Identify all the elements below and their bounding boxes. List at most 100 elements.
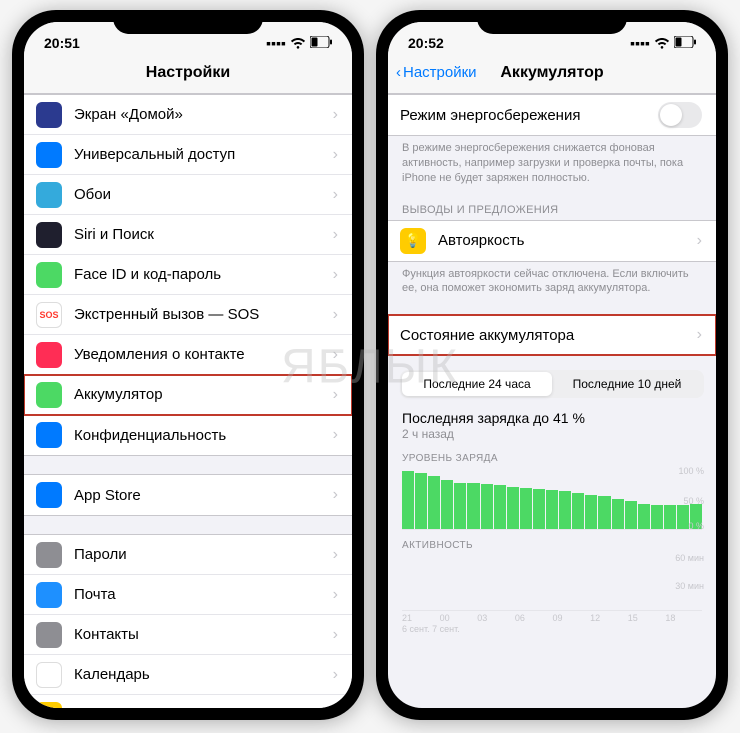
settings-row[interactable]: Почта › — [24, 575, 352, 615]
activity-bar — [454, 609, 466, 610]
row-label: Аккумулятор — [74, 386, 327, 403]
activity-bar — [598, 609, 610, 610]
nav-bar: Настройки — [24, 58, 352, 94]
seg-10d[interactable]: Последние 10 дней — [552, 372, 702, 396]
battery-icon — [310, 35, 332, 51]
app-icon — [36, 262, 62, 288]
notch — [477, 10, 627, 34]
back-label: Настройки — [403, 64, 477, 81]
settings-row[interactable]: Обои› — [24, 175, 352, 215]
row-label: App Store — [74, 487, 327, 504]
level-bar — [651, 505, 663, 529]
settings-row[interactable]: Аккумулятор› — [24, 375, 352, 415]
activity-bar — [559, 609, 571, 610]
app-icon — [36, 342, 62, 368]
app-icon — [36, 702, 62, 709]
activity-bar — [415, 609, 427, 610]
activity-bar — [677, 609, 689, 610]
row-label: Контакты — [74, 626, 327, 643]
settings-row[interactable]: Уведомления о контакте› — [24, 335, 352, 375]
status-icons: ▪▪▪▪ — [266, 34, 332, 53]
suggestions-footer: Функция автояркости сейчас отключена. Ес… — [388, 262, 716, 297]
settings-row[interactable]: Заметки› — [24, 695, 352, 708]
settings-row[interactable]: Конфиденциальность › — [24, 415, 352, 455]
level-bar — [481, 484, 493, 529]
settings-row[interactable]: Универсальный доступ› — [24, 135, 352, 175]
row-label: Универсальный доступ — [74, 146, 327, 163]
app-icon — [36, 102, 62, 128]
level-chart-area: 100 % 50 % 0 % — [402, 468, 702, 530]
row-label: Face ID и код-пароль — [74, 266, 327, 283]
phone-right: 20:52 ▪▪▪▪ ‹ Настройки Аккумулятор Реж — [376, 10, 728, 720]
app-icon: SOS — [36, 302, 62, 328]
app-icon — [36, 582, 62, 608]
app-icon — [36, 542, 62, 568]
signal-icon: ▪▪▪▪ — [630, 35, 650, 51]
battery-level-chart: УРОВЕНЬ ЗАРЯДА 100 % 50 % 0 % — [388, 443, 716, 530]
settings-row[interactable]: Календарь› — [24, 655, 352, 695]
settings-row[interactable]: Контакты› — [24, 615, 352, 655]
battery-content[interactable]: Режим энергосбережения В режиме энергосб… — [388, 94, 716, 708]
settings-content[interactable]: Экран «Домой»›Универсальный доступ›Обои›… — [24, 94, 352, 708]
level-bar — [625, 501, 637, 529]
y-100: 100 % — [678, 466, 704, 476]
settings-group-3: Пароли›Почта›Контакты›Календарь›Заметки›… — [24, 534, 352, 708]
low-power-row[interactable]: Режим энергосбережения — [388, 95, 716, 135]
app-icon — [36, 422, 62, 448]
level-bar — [546, 490, 558, 529]
activity-bar — [494, 609, 506, 610]
battery-health-row[interactable]: Состояние аккумулятора › — [388, 315, 716, 355]
settings-row[interactable]: Siri и Поиск› — [24, 215, 352, 255]
activity-bar — [572, 609, 584, 610]
row-label: Конфиденциальность — [74, 427, 327, 444]
row-label: Пароли — [74, 546, 327, 563]
row-label: Экстренный вызов — SOS — [74, 306, 327, 323]
chevron-right-icon: › — [697, 326, 702, 344]
settings-row[interactable]: Экран «Домой»› — [24, 95, 352, 135]
level-bar — [559, 491, 571, 529]
level-bar — [572, 493, 584, 530]
app-icon — [36, 222, 62, 248]
settings-row[interactable]: Пароли › — [24, 535, 352, 575]
settings-row[interactable]: Face ID и код-пароль› — [24, 255, 352, 295]
activity-chart-area: 60 мин 30 мин — [402, 555, 702, 611]
level-bar — [598, 496, 610, 529]
x-tick: 06 — [515, 613, 552, 623]
chevron-right-icon: › — [333, 426, 338, 444]
chevron-right-icon: › — [697, 232, 702, 250]
app-icon — [36, 382, 62, 408]
nav-bar: ‹ Настройки Аккумулятор — [388, 58, 716, 94]
back-button[interactable]: ‹ Настройки — [396, 64, 477, 81]
chevron-right-icon: › — [333, 546, 338, 564]
activity-bar — [651, 609, 663, 610]
suggestions-list: 💡 Автояркость › — [388, 220, 716, 262]
row-label: Почта — [74, 586, 327, 603]
y-50: 50 % — [683, 496, 704, 506]
level-bar — [454, 483, 466, 529]
chevron-right-icon: › — [333, 586, 338, 604]
auto-brightness-row[interactable]: 💡 Автояркость › — [388, 221, 716, 261]
chevron-right-icon: › — [333, 666, 338, 684]
activity-bar — [428, 609, 440, 610]
row-label: Уведомления о контакте — [74, 346, 327, 363]
battery-health-list: Состояние аккумулятора › — [388, 314, 716, 356]
level-bar — [415, 473, 427, 529]
status-time: 20:52 — [408, 35, 444, 51]
x-axis-dates: 6 сент. 7 сент. — [402, 624, 702, 634]
activity-bar — [612, 609, 624, 610]
level-bar — [428, 476, 440, 530]
low-power-toggle[interactable] — [658, 102, 702, 128]
chevron-right-icon: › — [333, 706, 338, 709]
level-bar — [520, 488, 532, 529]
settings-row[interactable]: App Store› — [24, 475, 352, 515]
activity-label: АКТИВНОСТЬ — [402, 540, 702, 551]
x-axis-ticks: 2100030609121518 — [402, 613, 702, 623]
seg-24h[interactable]: Последние 24 часа — [402, 372, 552, 396]
activity-bar — [481, 609, 493, 610]
x-tick: 00 — [440, 613, 477, 623]
activity-bar — [664, 609, 676, 610]
settings-row[interactable]: SOSЭкстренный вызов — SOS› — [24, 295, 352, 335]
x-tick: 12 — [590, 613, 627, 623]
activity-bar — [625, 609, 637, 610]
time-range-segmented[interactable]: Последние 24 часа Последние 10 дней — [400, 370, 704, 398]
